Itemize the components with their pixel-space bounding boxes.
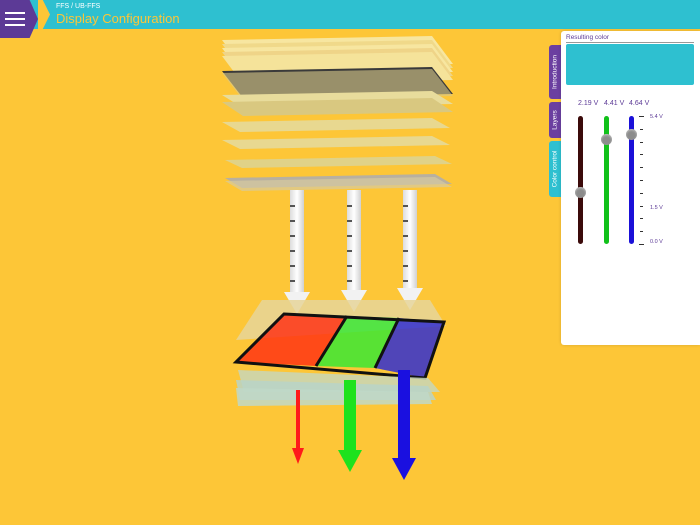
scale-tick	[640, 128, 643, 130]
scale-tick	[640, 180, 643, 181]
scale-tick	[640, 141, 643, 143]
tab-layers-label: Layers	[551, 110, 559, 130]
scale-tick	[640, 154, 643, 156]
tab-color-control-label: Color control	[551, 150, 559, 188]
resulting-color-swatch	[566, 44, 694, 85]
scale-max-label: 5.4 V	[650, 114, 663, 120]
red-slider-handle[interactable]	[575, 187, 586, 199]
blue-slider-handle[interactable]	[626, 129, 637, 140]
tab-color-control[interactable]: Color control	[549, 141, 561, 197]
scale-tick	[639, 116, 644, 117]
light-arrows	[284, 190, 423, 314]
scale-tick	[640, 231, 643, 233]
thin-layer-1	[222, 118, 450, 132]
page-title: Display Configuration	[56, 11, 180, 26]
scale-tick	[640, 205, 643, 207]
alignment-layer	[225, 174, 452, 191]
blue-voltage-label: 4.64 V	[629, 100, 650, 107]
tab-layers[interactable]: Layers	[549, 102, 561, 138]
thin-layer-2	[222, 136, 450, 149]
panel-divider	[566, 42, 694, 43]
resulting-color-label: Resulting color	[566, 34, 609, 41]
scale-mid-label: 1.5 V	[650, 205, 663, 211]
color-control-panel: Resulting color 2.19 V 4.41 V 4.64 V 5.4…	[561, 31, 700, 345]
red-slider-track[interactable]	[578, 116, 583, 244]
tab-introduction[interactable]: Introduction	[549, 45, 561, 99]
thin-layer-3	[225, 156, 452, 168]
scale-tick	[640, 218, 643, 220]
green-voltage-label: 4.41 V	[604, 100, 625, 107]
scale-tick	[640, 192, 643, 194]
scale-tick	[639, 244, 644, 245]
scale-min-label: 0.0 V	[650, 239, 663, 245]
tab-introduction-label: Introduction	[551, 55, 559, 89]
red-voltage-label: 2.19 V	[578, 100, 599, 107]
hamburger-menu-icon	[5, 12, 25, 14]
display-layer-scene[interactable]	[0, 29, 560, 525]
scale-tick	[640, 167, 643, 169]
breadcrumb[interactable]: FFS / UB-FFS	[56, 3, 100, 10]
green-slider-handle[interactable]	[601, 134, 612, 146]
